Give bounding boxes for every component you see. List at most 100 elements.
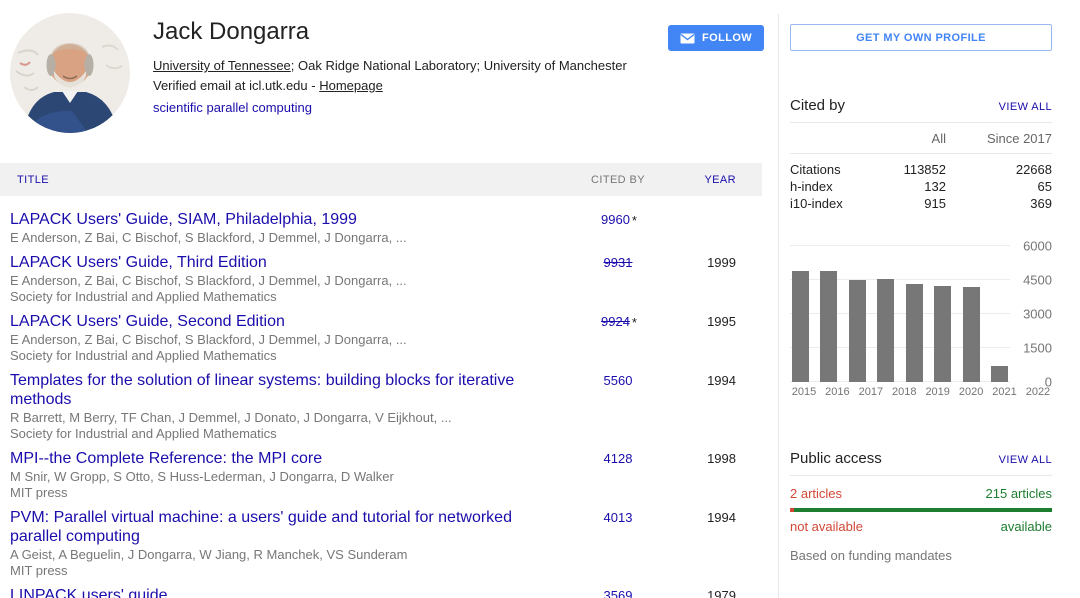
homepage-link[interactable]: Homepage bbox=[319, 78, 383, 93]
chart-plot-area bbox=[790, 246, 1010, 382]
verified-email: Verified email at icl.utk.edu - Homepage bbox=[153, 77, 653, 95]
pub-cited-link-3[interactable]: 5560 bbox=[604, 373, 633, 388]
chart-bar-2016[interactable] bbox=[820, 271, 837, 382]
publication-year: 1999 bbox=[666, 253, 762, 304]
publication-row: PVM: Parallel virtual machine: a users' … bbox=[0, 502, 762, 580]
i10-index-row: i10-index 915 369 bbox=[790, 195, 1052, 212]
chart-bar-2017[interactable] bbox=[849, 280, 866, 382]
x-tick-2018: 2018 bbox=[890, 386, 918, 398]
h-index-row: h-index 132 65 bbox=[790, 178, 1052, 195]
col-header-all: All bbox=[870, 131, 946, 146]
x-tick-2016: 2016 bbox=[823, 386, 851, 398]
chart-bar-2020[interactable] bbox=[934, 286, 951, 382]
y-tick-0: 0 bbox=[1045, 375, 1052, 390]
public-access-progress-bar bbox=[790, 508, 1052, 512]
publication-year bbox=[666, 210, 762, 245]
publication-authors: R Barrett, M Berry, TF Chan, J Demmel, J… bbox=[10, 411, 550, 425]
publication-row: Templates for the solution of linear sys… bbox=[0, 365, 762, 443]
sidebar: GET MY OWN PROFILE Cited by VIEW ALL All… bbox=[790, 0, 1052, 598]
chart-bars bbox=[792, 246, 1008, 382]
publication-authors: M Snir, W Gropp, S Otto, S Huss-Lederman… bbox=[10, 470, 550, 484]
citations-per-year-chart: 01500300045006000 2015201620172018201920… bbox=[790, 246, 1052, 398]
pub-cited-link-2[interactable]: 9924 bbox=[601, 314, 630, 329]
pub-cited-link-4[interactable]: 4128 bbox=[604, 451, 633, 466]
interest-link[interactable]: scientific parallel computing bbox=[153, 100, 312, 115]
publication-title-link[interactable]: PVM: Parallel virtual machine: a users' … bbox=[10, 508, 550, 546]
merged-citations-star: * bbox=[632, 315, 637, 330]
profile-interests: scientific parallel computing bbox=[153, 99, 653, 117]
i10-index-label: i10-index bbox=[790, 195, 870, 212]
pub-cited-link-6[interactable]: 3569 bbox=[604, 588, 633, 598]
vertical-divider bbox=[778, 14, 779, 598]
affiliation-rest: ; Oak Ridge National Laboratory; Univers… bbox=[291, 58, 627, 73]
available-count-link[interactable]: 215 articles bbox=[986, 486, 1052, 501]
scholar-profile-page: Jack Dongarra University of Tennessee; O… bbox=[0, 0, 1080, 598]
funding-mandates-note: Based on funding mandates bbox=[790, 548, 1052, 563]
cited-by-view-all-link[interactable]: VIEW ALL bbox=[999, 101, 1052, 113]
follow-button[interactable]: FOLLOW bbox=[668, 25, 764, 51]
cited-by-column-headers: All Since 2017 bbox=[790, 122, 1052, 154]
publications-list: LAPACK Users' Guide, SIAM, Philadelphia,… bbox=[0, 196, 762, 598]
chart-y-axis: 01500300045006000 bbox=[1010, 246, 1052, 382]
progress-bar-green-segment bbox=[794, 508, 1052, 512]
envelope-icon bbox=[680, 33, 695, 44]
pub-cited-link-0[interactable]: 9960 bbox=[601, 212, 630, 227]
publication-title-link[interactable]: LAPACK Users' Guide, Third Edition bbox=[10, 253, 267, 272]
public-access-view-all-link[interactable]: VIEW ALL bbox=[999, 454, 1052, 466]
available-label: available bbox=[1001, 519, 1052, 534]
cited-by-section: Cited by VIEW ALL All Since 2017 Citatio… bbox=[790, 97, 1052, 219]
x-tick-2020: 2020 bbox=[957, 386, 985, 398]
pub-cited-link-5[interactable]: 4013 bbox=[604, 510, 633, 525]
publication-venue: Society for Industrial and Applied Mathe… bbox=[10, 427, 550, 441]
publication-row: MPI--the Complete Reference: the MPI cor… bbox=[0, 443, 762, 502]
chart-bar-2018[interactable] bbox=[877, 279, 894, 382]
citations-since: 22668 bbox=[946, 161, 1052, 178]
i10-index-since: 369 bbox=[946, 195, 1052, 212]
public-access-title: Public access bbox=[790, 450, 882, 467]
sort-by-cited: CITED BY bbox=[570, 174, 666, 186]
h-index-label: h-index bbox=[790, 178, 870, 195]
citations-row: Citations 113852 22668 bbox=[790, 161, 1052, 178]
chart-bar-2015[interactable] bbox=[792, 271, 809, 382]
sort-by-year[interactable]: YEAR bbox=[666, 174, 762, 186]
h-index-all: 132 bbox=[870, 178, 946, 195]
publication-year: 1995 bbox=[666, 312, 762, 363]
publication-row: LAPACK Users' Guide, Third Edition E And… bbox=[0, 247, 762, 306]
merged-citations-star: * bbox=[632, 213, 637, 228]
publication-title-link[interactable]: LAPACK Users' Guide, Second Edition bbox=[10, 312, 285, 331]
not-available-count-link[interactable]: 2 articles bbox=[790, 486, 842, 501]
chart-bar-2019[interactable] bbox=[906, 284, 923, 382]
y-tick-6000: 6000 bbox=[1023, 239, 1052, 254]
publication-row: LINPACK users' guide JJ Dongarra, CB Mol… bbox=[0, 580, 762, 598]
publication-title-link[interactable]: LINPACK users' guide bbox=[10, 586, 168, 598]
profile-photo-image bbox=[10, 13, 130, 133]
x-tick-2015: 2015 bbox=[790, 386, 818, 398]
publication-year: 1994 bbox=[666, 371, 762, 441]
publication-year: 1994 bbox=[666, 508, 762, 578]
sort-by-title[interactable]: TITLE bbox=[0, 174, 570, 186]
public-access-section: Public access VIEW ALL 2 articles 215 ar… bbox=[790, 450, 1052, 563]
get-my-own-profile-button[interactable]: GET MY OWN PROFILE bbox=[790, 24, 1052, 51]
y-tick-4500: 4500 bbox=[1023, 273, 1052, 288]
publication-title-link[interactable]: LAPACK Users' Guide, SIAM, Philadelphia,… bbox=[10, 210, 357, 229]
chart-x-axis: 20152016201720182019202020212022 bbox=[790, 386, 1052, 398]
citations-label: Citations bbox=[790, 161, 870, 178]
pub-cited-link-1[interactable]: 9931 bbox=[604, 255, 633, 270]
publication-title-link[interactable]: MPI--the Complete Reference: the MPI cor… bbox=[10, 449, 322, 468]
publications-header: TITLE CITED BY YEAR bbox=[0, 163, 762, 196]
affiliation-link[interactable]: University of Tennessee bbox=[153, 58, 291, 73]
profile-name: Jack Dongarra bbox=[153, 18, 653, 46]
publication-row: LAPACK Users' Guide, SIAM, Philadelphia,… bbox=[0, 204, 762, 247]
x-tick-2017: 2017 bbox=[857, 386, 885, 398]
chart-bar-2022[interactable] bbox=[991, 366, 1008, 382]
profile-info: Jack Dongarra University of Tennessee; O… bbox=[153, 18, 653, 117]
publication-authors: E Anderson, Z Bai, C Bischof, S Blackfor… bbox=[10, 231, 550, 245]
i10-index-all: 915 bbox=[870, 195, 946, 212]
col-header-since: Since 2017 bbox=[946, 131, 1052, 146]
publication-authors: A Geist, A Beguelin, J Dongarra, W Jiang… bbox=[10, 548, 550, 562]
y-tick-3000: 3000 bbox=[1023, 307, 1052, 322]
publication-venue: Society for Industrial and Applied Mathe… bbox=[10, 349, 550, 363]
profile-photo[interactable] bbox=[10, 13, 130, 133]
publication-title-link[interactable]: Templates for the solution of linear sys… bbox=[10, 371, 550, 409]
chart-bar-2021[interactable] bbox=[963, 287, 980, 382]
